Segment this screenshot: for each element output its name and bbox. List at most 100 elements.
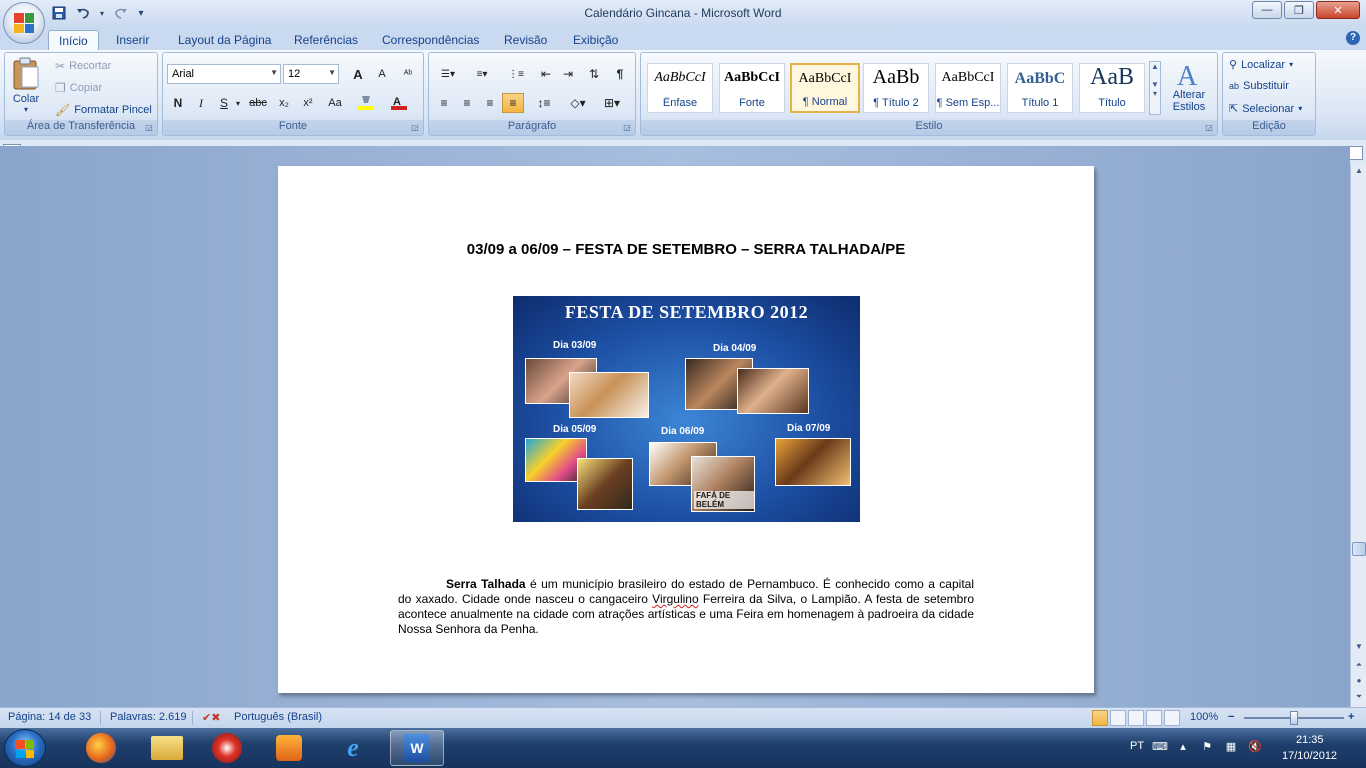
tab-referencias[interactable]: Referências [284, 30, 368, 50]
font-family-select[interactable]: Arial ▼ [167, 64, 281, 84]
browse-object-icon[interactable]: ● [1352, 674, 1366, 688]
tab-layout-da-pagina[interactable]: Layout da Página [168, 30, 281, 50]
align-center-icon[interactable]: ≡ [456, 93, 478, 113]
clock-time[interactable]: 21:35 [1296, 734, 1324, 746]
shrink-font-button[interactable]: A [371, 64, 393, 84]
style-enfase[interactable]: AaBbCcI Ênfase [647, 63, 713, 113]
change-styles-button[interactable]: A Alterar Estilos [1167, 59, 1211, 113]
action-center-flag-icon[interactable]: ⚑ [1200, 740, 1214, 754]
keyboard-icon[interactable]: ⌨ [1152, 740, 1168, 754]
numbering-icon[interactable]: ≡▾ [467, 64, 497, 84]
view-ruler-icon[interactable] [1349, 146, 1363, 160]
chevron-up-icon[interactable]: ▴ [1176, 740, 1190, 754]
font-size-select[interactable]: 12 ▼ [283, 64, 339, 84]
volume-muted-icon[interactable]: 🔇 [1248, 740, 1262, 754]
vertical-scrollbar[interactable]: ▲ ▼ ⏶ ● ⏷ [1350, 164, 1366, 707]
help-icon[interactable]: ? [1346, 31, 1360, 45]
body-paragraph[interactable]: Serra Talhada é um município brasileiro … [398, 577, 974, 637]
style-sem-espacamento[interactable]: AaBbCcI ¶ Sem Esp... [935, 63, 1001, 113]
dialog-launcher-icon[interactable]: ◲ [622, 123, 632, 133]
document-page[interactable]: 03/09 a 06/09 – FESTA DE SETEMBRO – SERR… [278, 166, 1094, 693]
office-button[interactable] [3, 2, 45, 44]
borders-icon[interactable]: ⊞▾ [597, 93, 627, 113]
style-titulo-2[interactable]: AaBb ¶ Título 2 [863, 63, 929, 113]
strikethrough-button[interactable]: abc [247, 93, 269, 113]
dialog-launcher-icon[interactable]: ◲ [410, 123, 420, 133]
align-left-icon[interactable]: ≡ [433, 93, 455, 113]
zoom-slider-thumb[interactable] [1290, 711, 1298, 725]
find-button[interactable]: ⚲ Localizar ▾ [1229, 58, 1293, 72]
language-bar[interactable]: PT [1130, 740, 1144, 752]
tab-inserir[interactable]: Inserir [106, 30, 159, 50]
previous-page-icon[interactable]: ⏶ [1352, 658, 1366, 672]
taskbar-internet-explorer[interactable]: e [326, 730, 380, 766]
format-painter-button[interactable]: 🖌 Formatar Pincel [55, 103, 152, 117]
clock-date[interactable]: 17/10/2012 [1282, 750, 1337, 762]
line-spacing-icon[interactable]: ↕≡ [529, 93, 559, 113]
style-normal[interactable]: AaBbCcI ¶ Normal [790, 63, 860, 113]
highlight-button[interactable] [353, 93, 381, 113]
sort-icon[interactable]: ⇅ [583, 64, 605, 84]
start-button[interactable] [4, 729, 46, 767]
dialog-launcher-icon[interactable]: ◲ [1204, 123, 1214, 133]
tab-correspondencias[interactable]: Correspondências [372, 30, 489, 50]
tab-inicio[interactable]: Início [48, 30, 99, 50]
next-page-icon[interactable]: ⏷ [1352, 690, 1366, 704]
underline-button[interactable]: S [213, 93, 235, 113]
bold-button[interactable]: N [167, 93, 189, 113]
replace-button[interactable]: ab Substituir [1229, 80, 1289, 92]
paste-button[interactable]: Colar ▾ [11, 57, 41, 114]
taskbar-media-player[interactable] [262, 730, 316, 766]
network-icon[interactable]: ▦ [1224, 740, 1238, 754]
change-case-button[interactable]: Aa [321, 93, 349, 113]
taskbar-word[interactable]: W [390, 730, 444, 766]
multilevel-list-icon[interactable]: ⋮≡ [501, 64, 531, 84]
taskbar-explorer[interactable] [140, 730, 194, 766]
zoom-out-button[interactable]: − [1228, 711, 1234, 723]
spelling-error-word[interactable]: Virgulino [652, 592, 698, 606]
document-area[interactable]: 03/09 a 06/09 – FESTA DE SETEMBRO – SERR… [0, 146, 1350, 707]
justify-icon[interactable]: ≡ [502, 93, 524, 113]
tab-exibicao[interactable]: Exibição [563, 30, 628, 50]
proofing-icon[interactable]: ✔✖ [202, 711, 220, 724]
style-titulo[interactable]: AaB Título [1079, 63, 1145, 113]
superscript-button[interactable]: x² [297, 93, 319, 113]
copy-button[interactable]: ❐ Copiar [55, 81, 102, 95]
language-indicator[interactable]: Português (Brasil) [234, 711, 322, 723]
print-layout-view-button[interactable] [1092, 710, 1108, 726]
zoom-in-button[interactable]: + [1348, 711, 1354, 723]
scroll-down-icon[interactable]: ▼ [1352, 640, 1366, 654]
subscript-button[interactable]: x₂ [273, 93, 295, 113]
draft-view-button[interactable] [1164, 710, 1180, 726]
font-color-button[interactable]: A [385, 93, 415, 113]
taskbar-firefox[interactable] [74, 730, 128, 766]
close-button[interactable]: ✕ [1316, 1, 1360, 19]
scroll-thumb[interactable] [1352, 542, 1366, 556]
web-layout-view-button[interactable] [1128, 710, 1144, 726]
align-right-icon[interactable]: ≡ [479, 93, 501, 113]
outline-view-button[interactable] [1146, 710, 1162, 726]
zoom-level[interactable]: 100% [1190, 711, 1218, 723]
shading-icon[interactable]: ◇▾ [563, 93, 593, 113]
cut-button[interactable]: ✂ Recortar [55, 59, 111, 73]
clear-formatting-icon[interactable]: ᴬᵇ [397, 64, 419, 84]
chevron-down-icon[interactable]: ▾ [233, 93, 243, 113]
styles-scroll[interactable]: ▲ ▼ ▾ [1149, 61, 1161, 115]
taskbar-app[interactable] [200, 730, 254, 766]
full-screen-reading-view-button[interactable] [1110, 710, 1126, 726]
italic-button[interactable]: I [190, 93, 212, 113]
decrease-indent-icon[interactable]: ⇤ [535, 64, 557, 84]
show-formatting-button[interactable]: ¶ [609, 64, 631, 84]
maximize-button[interactable]: ❐ [1284, 1, 1314, 19]
minimize-button[interactable]: — [1252, 1, 1282, 19]
bullets-icon[interactable]: ☰▾ [433, 64, 463, 84]
scroll-up-icon[interactable]: ▲ [1352, 164, 1366, 178]
festa-poster-image[interactable]: FESTA DE SETEMBRO 2012 Dia 03/09 Dia 04/… [513, 296, 860, 522]
grow-font-button[interactable]: A [347, 64, 369, 84]
increase-indent-icon[interactable]: ⇥ [557, 64, 579, 84]
tab-revisao[interactable]: Revisão [494, 30, 557, 50]
select-button[interactable]: ⇱ Selecionar ▾ [1229, 102, 1302, 116]
page-count[interactable]: Página: 14 de 33 [8, 711, 91, 723]
style-forte[interactable]: AaBbCcI Forte [719, 63, 785, 113]
style-titulo-1[interactable]: AaBbC Título 1 [1007, 63, 1073, 113]
